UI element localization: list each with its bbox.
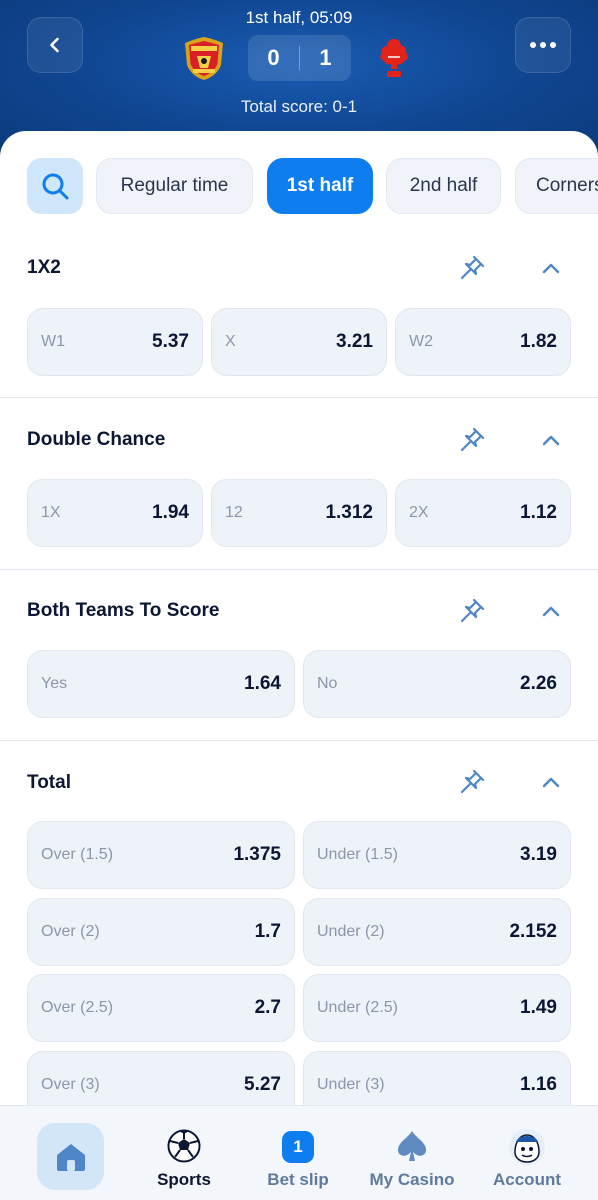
odd-label: Yes [41,675,68,692]
section-divider [0,569,598,570]
nav-my-casino[interactable]: My Casino [364,1106,460,1200]
more-dots-icon [530,42,556,48]
odd-value: 2.152 [509,921,557,942]
collapse-chevron-icon[interactable] [538,428,564,454]
odd-label: 2X [409,504,429,521]
tab-2nd-half[interactable]: 2nd half [386,158,501,214]
market-double-chance: Double Chance 1X 1.94 12 1.312 2X 1.12 [0,412,598,570]
total-score: Total score: 0-1 [240,97,358,116]
odd-label: 12 [225,504,243,521]
odd-value: 5.37 [152,331,189,352]
odd-label: Over (2.5) [41,999,114,1016]
odd-value: 1.94 [152,502,189,523]
odd-value: 5.27 [244,1074,281,1095]
period-filter-bar: Regular time 1st half 2nd half Corners [27,158,598,214]
market-title: Total [27,772,71,793]
search-button[interactable] [27,158,83,214]
odd-button-x[interactable]: X 3.21 [211,308,387,376]
more-options-button[interactable] [515,17,571,73]
odd-button-over-2[interactable]: Over (2) 1.7 [27,898,295,966]
search-icon [42,173,69,200]
bet-slip-count-badge: 1 [282,1131,314,1163]
odd-value: 1.64 [244,673,281,694]
pin-icon[interactable] [457,767,487,797]
market-title: Both Teams To Score [27,600,220,621]
odd-value: 1.82 [520,331,557,352]
market-both-teams-to-score: Both Teams To Score Yes 1.64 No 2.26 [0,583,598,741]
avatar-icon [509,1129,545,1165]
odd-value: 2.26 [520,673,557,694]
pin-icon[interactable] [457,253,487,283]
pin-icon[interactable] [457,596,487,626]
odd-button-under-1-5[interactable]: Under (1.5) 3.19 [303,821,571,889]
nav-sports[interactable]: Sports [140,1106,228,1200]
chevron-left-icon [50,37,59,53]
market-1x2: 1X2 W1 5.37 X 3.21 W2 1.82 [0,240,598,398]
odd-label: W1 [41,333,65,350]
odd-label: Under (1.5) [317,846,398,863]
pin-icon[interactable] [457,425,487,455]
collapse-chevron-icon[interactable] [538,599,564,625]
market-title: 1X2 [27,257,61,278]
market-title: Double Chance [27,429,166,450]
odd-label: X [225,333,236,350]
odd-label: W2 [409,333,433,350]
odd-button-w1[interactable]: W1 5.37 [27,308,203,376]
odd-button-yes[interactable]: Yes 1.64 [27,650,295,718]
odd-value: 1.312 [325,502,373,523]
nav-home[interactable] [37,1123,104,1190]
market-total: Total Over (1.5) 1.375 Under (1.5) 3.19 … [0,754,598,1154]
manchester-united-crest-icon [181,35,227,81]
odd-value: 3.21 [336,331,373,352]
odd-button-under-2-5[interactable]: Under (2.5) 1.49 [303,974,571,1042]
odd-value: 1.7 [254,921,281,942]
odd-button-1x[interactable]: 1X 1.94 [27,479,203,547]
nav-label: My Casino [369,1170,455,1189]
odd-button-no[interactable]: No 2.26 [303,650,571,718]
nav-bet-slip[interactable]: 1 Bet slip [258,1106,338,1200]
collapse-chevron-icon[interactable] [538,256,564,282]
odd-value: 2.7 [254,997,281,1018]
odd-button-12[interactable]: 12 1.312 [211,479,387,547]
odd-button-under-2[interactable]: Under (2) 2.152 [303,898,571,966]
odd-label: Over (3) [41,1076,100,1093]
odd-value: 1.12 [520,502,557,523]
odd-button-over-2-5[interactable]: Over (2.5) 2.7 [27,974,295,1042]
odd-button-2x[interactable]: 2X 1.12 [395,479,571,547]
odd-value: 1.16 [520,1074,557,1095]
odd-value: 1.375 [233,844,281,865]
odd-button-w2[interactable]: W2 1.82 [395,308,571,376]
odd-label: Under (3) [317,1076,385,1093]
nav-account[interactable]: Account [486,1106,568,1200]
odd-button-over-1-5[interactable]: Over (1.5) 1.375 [27,821,295,889]
nav-label: Account [493,1170,561,1189]
scoreboard: 0 1 [248,35,351,81]
nav-label: Sports [157,1170,211,1189]
odd-label: Under (2) [317,923,385,940]
tab-corners[interactable]: Corners [515,158,598,214]
section-divider [0,740,598,741]
odd-value: 3.19 [520,844,557,865]
odd-value: 1.49 [520,997,557,1018]
spade-icon [398,1131,426,1161]
odd-label: No [317,675,338,692]
odd-label: Over (1.5) [41,846,114,863]
section-divider [0,397,598,398]
home-score: 0 [267,45,280,70]
match-status: 1st half, 05:09 [245,8,353,27]
tab-1st-half[interactable]: 1st half [267,158,373,214]
soccer-ball-icon [167,1129,201,1163]
home-icon [56,1143,85,1171]
markets-sheet: Regular time 1st half 2nd half Corners 1… [0,131,598,1200]
odd-label: Under (2.5) [317,999,398,1016]
collapse-chevron-icon[interactable] [538,770,564,796]
bottom-navigation: Sports 1 Bet slip My Casino Account [0,1105,598,1200]
nottingham-forest-crest-icon [371,35,417,81]
odd-label: 1X [41,504,61,521]
away-score: 1 [319,45,332,70]
odd-label: Over (2) [41,923,100,940]
nav-label: Bet slip [267,1170,329,1189]
tab-regular-time[interactable]: Regular time [96,158,253,214]
